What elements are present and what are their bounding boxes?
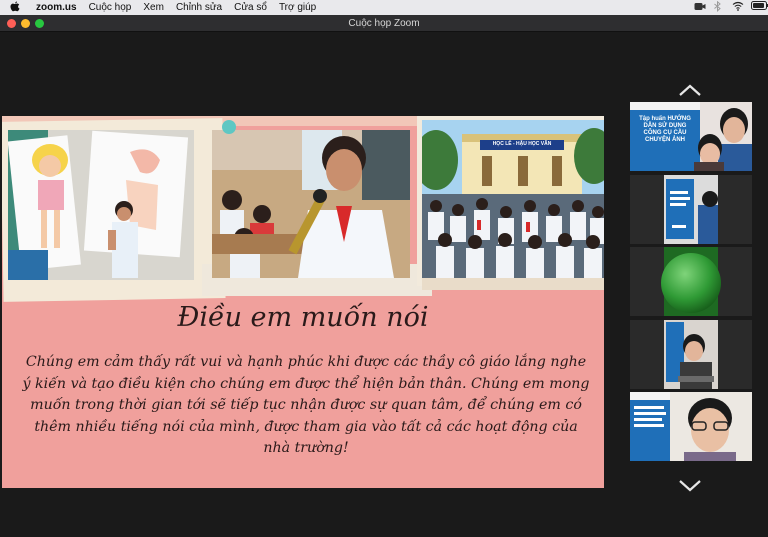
battery-icon[interactable] — [751, 1, 768, 12]
gallery-scroll-down-icon[interactable] — [678, 478, 702, 492]
photo-school-yard: HỌC LỄ - HẬU HỌC VĂN — [422, 120, 604, 278]
apple-logo-icon[interactable] — [10, 1, 24, 15]
gallery-scroll-up-icon[interactable] — [678, 82, 702, 96]
menu-meeting[interactable]: Cuộc họp — [89, 2, 132, 13]
photo-boy-microphone — [212, 130, 410, 278]
school-sign-text: HỌC LỄ - HẬU HỌC VĂN — [492, 141, 552, 147]
slide-heading: Điều em muốn nói — [177, 302, 429, 333]
camera-status-icon[interactable] — [694, 1, 706, 12]
menu-view[interactable]: Xem — [143, 2, 164, 13]
teal-dot-decoration — [222, 120, 236, 134]
wifi-icon[interactable] — [732, 1, 744, 12]
menu-help[interactable]: Trợ giúp — [279, 2, 316, 13]
menu-bar: zoom.us Cuộc họp Xem Chỉnh sửa Cửa sổ Tr… — [0, 0, 768, 15]
participant-tile-4[interactable] — [630, 320, 752, 389]
photo-girl-presenting — [8, 130, 194, 280]
slide-paragraph: Chúng em cảm thấy rất vui và hạnh phúc k… — [22, 354, 590, 456]
participant-tile-2[interactable] — [630, 175, 752, 244]
participant-tile-5[interactable] — [630, 392, 752, 461]
shared-screen-slide: HỌC LỄ - HẬU HỌC VĂN Điều em muốn nói Ch… — [2, 116, 604, 488]
bluetooth-icon[interactable] — [713, 0, 724, 12]
meeting-area: HỌC LỄ - HẬU HỌC VĂN Điều em muốn nói Ch… — [0, 32, 768, 537]
participant-tile-3[interactable] — [630, 247, 752, 316]
window-titlebar: Cuộc họp Zoom — [0, 15, 768, 32]
menu-edit[interactable]: Chỉnh sửa — [176, 2, 222, 13]
thumb-slide-text: Tập huấn HƯỚNG DẪN SỬ DỤNG CÔNG CỤ CẦU C… — [639, 116, 691, 143]
participant-tile-1[interactable]: Tập huấn HƯỚNG DẪN SỬ DỤNG CÔNG CỤ CẦU C… — [630, 102, 752, 171]
menu-app-name[interactable]: zoom.us — [36, 2, 77, 13]
window-title: Cuộc họp Zoom — [348, 18, 420, 29]
menu-window[interactable]: Cửa sổ — [234, 2, 267, 13]
